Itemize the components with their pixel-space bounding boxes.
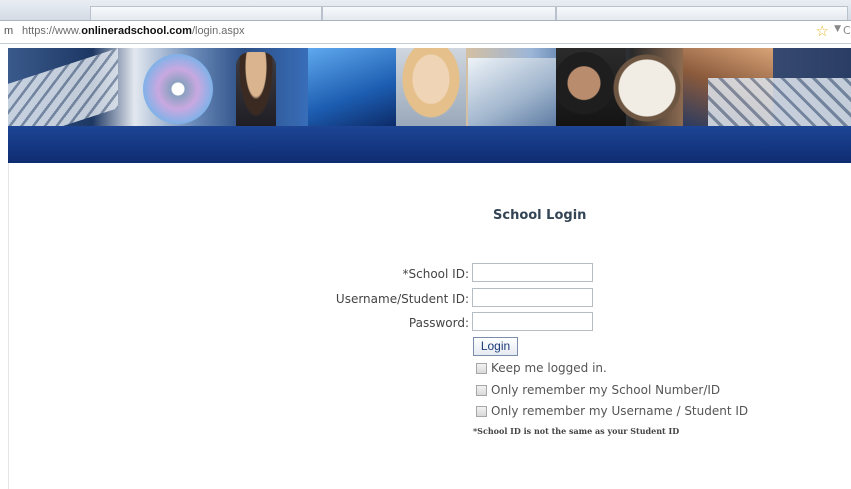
username-label: Username/Student ID:: [335, 292, 469, 306]
url-scheme: https://www.: [22, 25, 82, 37]
browser-tab[interactable]: [90, 6, 322, 21]
keep-logged-in-label: Keep me logged in.: [491, 361, 607, 375]
username-input[interactable]: [472, 288, 593, 307]
reload-icon[interactable]: C: [843, 24, 851, 37]
content-left-border: [8, 163, 9, 489]
school-id-input[interactable]: [472, 263, 593, 282]
school-id-note: *School ID is not the same as your Stude…: [473, 426, 680, 436]
header-banner-image: [8, 48, 851, 126]
remember-school-label: Only remember my School Number/ID: [491, 383, 721, 397]
browser-tab[interactable]: [322, 6, 556, 21]
keep-logged-in-checkbox[interactable]: [476, 363, 487, 374]
remember-username-label: Only remember my Username / Student ID: [491, 404, 749, 418]
star-icon[interactable]: ☆: [816, 22, 829, 40]
login-button[interactable]: Login: [473, 337, 518, 356]
remember-school-checkbox[interactable]: [476, 385, 487, 396]
password-label: Password:: [408, 316, 469, 330]
url-prefix: m: [4, 25, 14, 37]
dropdown-icon[interactable]: ▼: [834, 24, 841, 34]
remember-username-checkbox[interactable]: [476, 406, 487, 417]
url-path: /login.aspx: [191, 25, 245, 37]
page-title: School Login: [493, 208, 587, 223]
school-id-label: *School ID:: [402, 267, 469, 281]
browser-tab[interactable]: [556, 6, 848, 21]
password-input[interactable]: [472, 312, 593, 331]
header-blue-bar: [8, 126, 851, 163]
url-text[interactable]: https://www.onlineradschool.com/login.as…: [22, 25, 245, 37]
url-domain: onlineradschool.com: [81, 25, 192, 37]
address-bar[interactable]: m https://www.onlineradschool.com/login.…: [0, 20, 851, 44]
browser-tab-strip: [0, 0, 851, 21]
